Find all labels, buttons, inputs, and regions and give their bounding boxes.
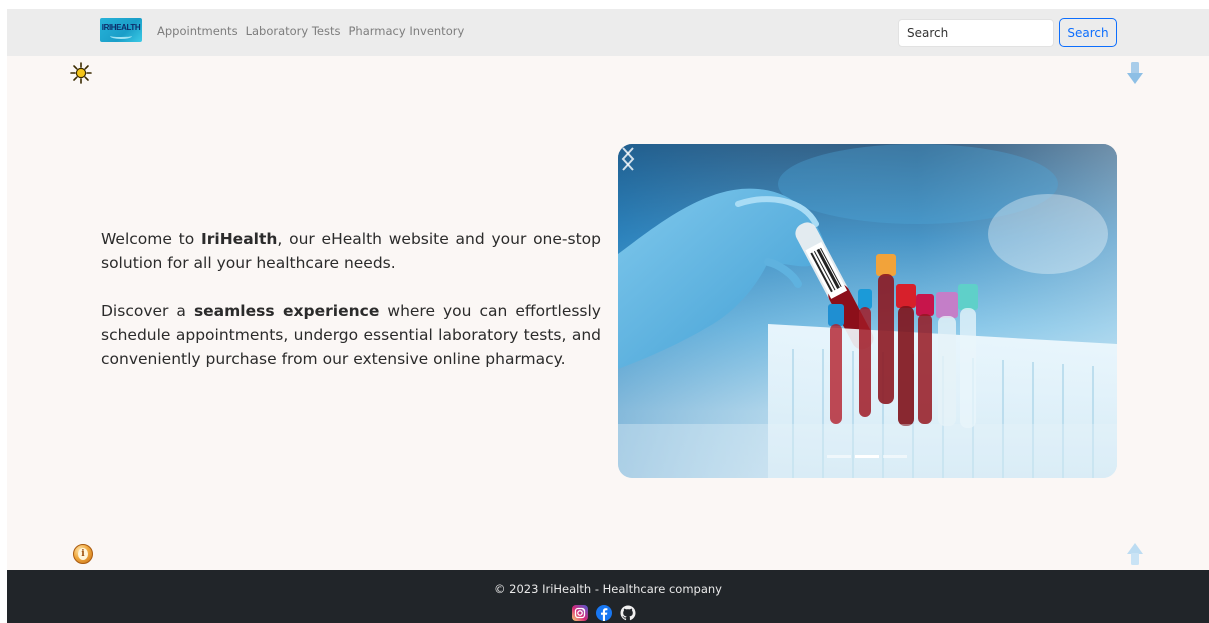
image-carousel [618, 144, 1117, 478]
info-icon-inner: i [78, 548, 88, 560]
nav-link-laboratory-tests[interactable]: Laboratory Tests [246, 24, 341, 38]
carousel-indicator-3[interactable] [883, 455, 907, 458]
sun-icon[interactable] [70, 62, 92, 84]
lab-test-tubes-image [618, 144, 1117, 478]
nav-link-pharmacy-inventory[interactable]: Pharmacy Inventory [349, 24, 465, 38]
brand-logo[interactable]: IRIHEALTH [100, 18, 142, 42]
carousel-indicator-1[interactable] [827, 455, 851, 458]
logo-text: IRIHEALTH [101, 23, 141, 32]
page: IRIHEALTH Appointments Laboratory Tests … [7, 9, 1209, 623]
navbar: IRIHEALTH Appointments Laboratory Tests … [7, 9, 1209, 56]
carousel-indicators [827, 455, 907, 458]
footer-copyright: © 2023 IriHealth - Healthcare company [494, 582, 722, 596]
arrow-up-icon[interactable] [1126, 542, 1144, 566]
nav-links: Appointments Laboratory Tests Pharmacy I… [157, 24, 464, 38]
logo-swoosh [110, 33, 132, 39]
search-input[interactable] [898, 19, 1054, 47]
intro-text: Welcome to IriHealth, our eHealth websit… [101, 227, 601, 371]
intro-paragraph-1: Welcome to IriHealth, our eHealth websit… [101, 230, 601, 272]
footer: © 2023 IriHealth - Healthcare company [7, 570, 1209, 623]
nav-link-appointments[interactable]: Appointments [157, 24, 238, 38]
carousel-indicator-2[interactable] [855, 455, 879, 458]
arrow-down-icon[interactable] [1126, 61, 1144, 85]
carousel-next-button[interactable] [618, 144, 638, 174]
intro-paragraph-2: Discover a seamless experience where you… [101, 302, 601, 368]
brand-name: IriHealth [200, 230, 278, 248]
info-icon[interactable]: i [73, 544, 93, 564]
intro-emphasis: seamless experience [193, 302, 380, 320]
social-links [572, 605, 636, 621]
search-button[interactable]: Search [1059, 18, 1117, 47]
facebook-icon[interactable] [596, 605, 612, 621]
info-icon-glyph: i [81, 549, 85, 559]
instagram-icon[interactable] [572, 605, 588, 621]
github-icon[interactable] [620, 605, 636, 621]
